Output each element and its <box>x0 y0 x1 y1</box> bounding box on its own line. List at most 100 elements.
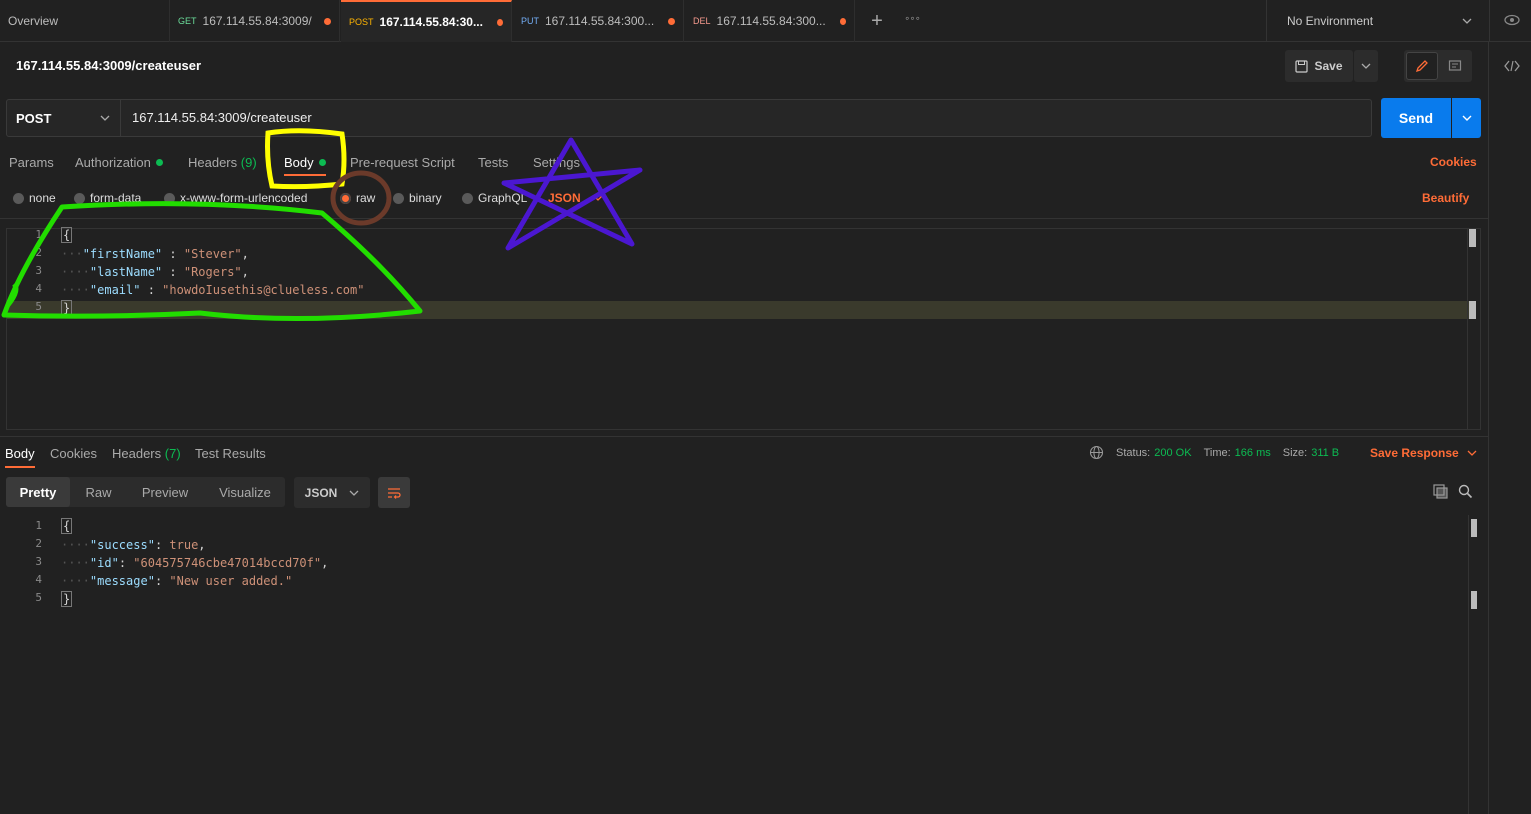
send-label: Send <box>1398 110 1434 126</box>
time-value: 166 ms <box>1234 446 1271 459</box>
eye-icon <box>1504 14 1520 26</box>
scrollbar-thumb[interactable] <box>1469 229 1476 247</box>
json-value: "New user added." <box>169 574 293 588</box>
radio-binary[interactable]: binary <box>393 191 442 205</box>
response-code-line: { <box>61 518 73 534</box>
response-tab-cookies[interactable]: Cookies <box>50 446 97 461</box>
wrap-lines-icon <box>388 487 401 499</box>
code-snippet-icon[interactable] <box>1504 60 1520 72</box>
json-value: "Rogers" <box>183 265 242 279</box>
code-line: ····"email" : "howdoIusethis@clueless.co… <box>61 283 365 297</box>
line-number: 5 <box>35 300 42 313</box>
open-brace: { <box>61 227 73 243</box>
comment-icon <box>1448 60 1462 71</box>
search-icon[interactable] <box>1458 484 1473 502</box>
radio-form-data[interactable]: form-data <box>74 191 141 205</box>
chevron-down-icon <box>1361 63 1371 69</box>
more-tabs-ellipsis-icon[interactable]: ◦◦◦ <box>900 11 926 31</box>
edit-mode-button[interactable] <box>1406 52 1438 80</box>
tab-get-request[interactable]: GET 167.114.55.84:3009/ <box>170 0 340 42</box>
globe-icon[interactable] <box>1089 445 1104 460</box>
chevron-down-icon <box>593 195 603 201</box>
response-tab-test-results[interactable]: Test Results <box>195 446 266 461</box>
code-line: } <box>61 300 73 316</box>
wrap-lines-button[interactable] <box>378 477 410 508</box>
line-number: 4 <box>35 573 42 586</box>
send-button[interactable]: Send <box>1381 98 1451 138</box>
line-number: 3 <box>35 555 42 568</box>
tab-tests[interactable]: Tests <box>478 155 508 170</box>
response-format-label: JSON <box>304 485 338 500</box>
chevron-down-icon <box>100 115 110 121</box>
save-options-button[interactable] <box>1354 50 1378 82</box>
radio-graphql[interactable]: GraphQL <box>462 191 527 205</box>
response-view-toggle: Pretty Raw Preview Visualize <box>6 477 285 507</box>
active-tab-underline <box>284 174 326 176</box>
tab-authorization[interactable]: Authorization <box>75 155 163 170</box>
send-options-button[interactable] <box>1452 98 1481 138</box>
environment-quick-look[interactable] <box>1489 0 1531 42</box>
radio-graphql-label: GraphQL <box>478 191 528 205</box>
tab-settings[interactable]: Settings <box>533 155 580 170</box>
response-code-line: ····"id": "604575746cbe47014bccd70f", <box>61 556 329 570</box>
response-scrollbar-thumb[interactable] <box>1471 519 1477 537</box>
editor-gutter-line <box>1467 229 1468 429</box>
chevron-down-icon <box>1462 115 1471 121</box>
url-input[interactable]: 167.114.55.84:3009/createuser <box>132 110 312 125</box>
tab-headers[interactable]: Headers (9) <box>188 155 257 170</box>
radio-urlencoded-label: x-www-form-urlencoded <box>180 191 308 205</box>
line-number: 1 <box>35 228 42 241</box>
environment-selector[interactable]: No Environment <box>1266 0 1488 42</box>
copy-icon[interactable] <box>1433 484 1448 502</box>
radio-dot <box>340 192 351 204</box>
active-tab-underline <box>5 466 35 468</box>
method-select[interactable]: POST <box>7 100 121 136</box>
radio-urlencoded[interactable]: x-www-form-urlencoded <box>164 191 307 205</box>
response-scrollbar-marker <box>1471 591 1477 609</box>
tab-put-request[interactable]: PUT 167.114.55.84:300... <box>513 0 684 42</box>
response-gutter-line <box>1468 515 1469 814</box>
scrollbar-marker <box>1469 301 1476 319</box>
tab-method: POST <box>349 17 374 27</box>
view-pretty[interactable]: Pretty <box>6 477 70 507</box>
radio-binary-label: binary <box>409 191 442 205</box>
code-line: ····"lastName" : "Rogers", <box>61 265 249 279</box>
tab-authorization-label: Authorization <box>75 155 151 170</box>
radio-dot <box>74 192 85 204</box>
body-format-select[interactable]: JSON <box>548 191 603 205</box>
unsaved-dot-icon <box>496 18 503 26</box>
tab-overview[interactable]: Overview <box>0 0 170 42</box>
divider <box>0 218 1488 219</box>
radio-none[interactable]: none <box>13 191 56 205</box>
radio-dot <box>393 192 404 204</box>
current-line-highlight <box>7 301 1469 319</box>
active-dot-icon <box>318 159 326 166</box>
response-tab-body[interactable]: Body <box>5 446 35 461</box>
view-visualize[interactable]: Visualize <box>209 477 281 507</box>
tab-delete-request[interactable]: DEL 167.114.55.84:300... <box>685 0 855 42</box>
beautify-link[interactable]: Beautify <box>1422 191 1469 205</box>
tab-post-request[interactable]: POST 167.114.55.84:30... <box>341 0 512 42</box>
tab-prerequest-script[interactable]: Pre-request Script <box>350 155 455 170</box>
save-button[interactable]: Save <box>1285 50 1353 82</box>
cookies-link[interactable]: Cookies <box>1430 155 1477 169</box>
response-code-line: ····"message": "New user added." <box>61 574 293 588</box>
radio-raw[interactable]: raw <box>340 191 375 205</box>
size-label: Size: <box>1282 446 1308 459</box>
radio-form-data-label: form-data <box>90 191 142 205</box>
comment-mode-button[interactable] <box>1440 52 1470 80</box>
response-tab-headers[interactable]: Headers (7) <box>112 446 181 461</box>
view-preview[interactable]: Preview <box>133 477 197 507</box>
method-value: POST <box>16 110 52 126</box>
view-raw[interactable]: Raw <box>76 477 121 507</box>
response-format-select[interactable]: JSON <box>294 477 370 508</box>
new-tab-plus-icon[interactable]: + <box>866 11 888 33</box>
line-number: 1 <box>35 519 42 532</box>
save-response-button[interactable]: Save Response <box>1370 446 1477 460</box>
line-number: 2 <box>35 246 42 259</box>
tab-params[interactable]: Params <box>9 155 54 170</box>
open-brace: { <box>61 518 73 534</box>
size-value: 311 B <box>1311 446 1340 459</box>
tab-body[interactable]: Body <box>284 155 326 170</box>
json-value: true <box>169 538 199 552</box>
